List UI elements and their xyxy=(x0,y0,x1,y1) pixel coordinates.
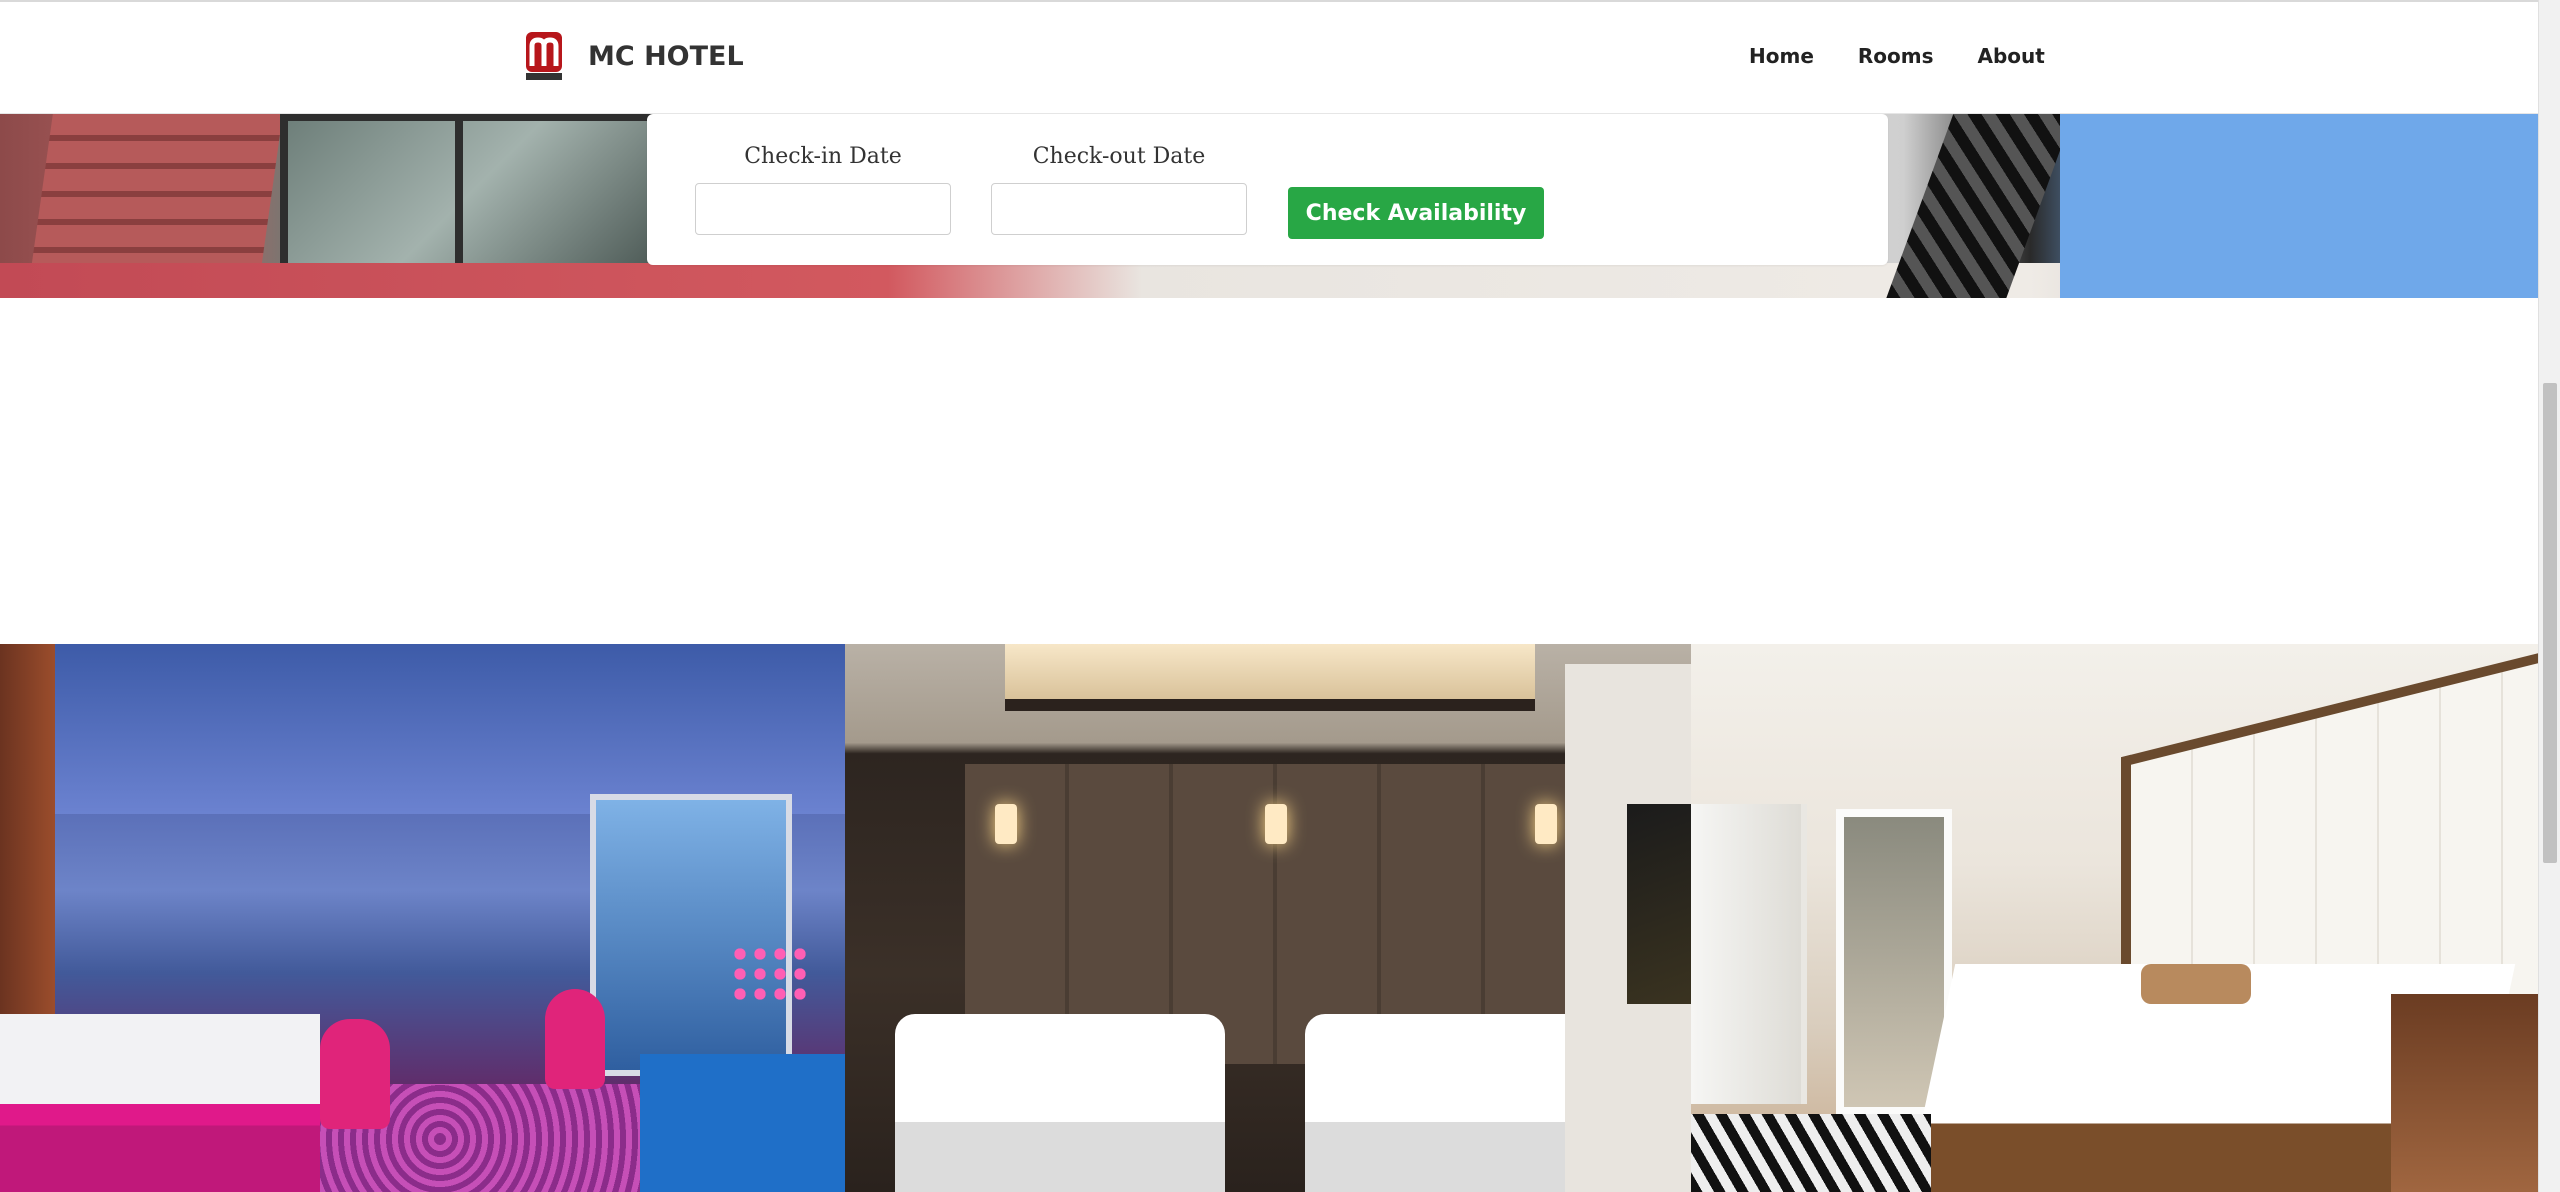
nightstand xyxy=(2391,994,2538,1192)
twin-room-image[interactable] xyxy=(845,644,1691,1192)
wall-lamp xyxy=(1535,804,1557,844)
hero-window xyxy=(280,113,656,279)
pink-chair xyxy=(320,1019,390,1129)
ceiling xyxy=(0,644,845,814)
check-availability-button[interactable]: Check Availability xyxy=(1288,187,1544,239)
blue-sofa xyxy=(640,1054,845,1192)
pink-chair xyxy=(545,989,605,1089)
brand-name: MC HOTEL xyxy=(588,40,744,72)
balcony-door xyxy=(590,794,792,1076)
ceiling-tray xyxy=(1005,644,1535,711)
checkin-label: Check-in Date xyxy=(744,144,902,169)
checkout-label: Check-out Date xyxy=(1032,144,1206,169)
hero-window-mullion xyxy=(455,113,463,273)
zebra-rug xyxy=(1691,1114,1931,1192)
checkout-field-group: Check-out Date xyxy=(991,144,1247,235)
scrollbar-thumb[interactable] xyxy=(2543,383,2557,863)
wall-art xyxy=(1627,804,1691,1004)
room-gallery xyxy=(0,644,2538,1192)
booking-form: Check-in Date Check-out Date Check Avail… xyxy=(647,114,1888,265)
nav-about[interactable]: About xyxy=(1978,44,2045,68)
mc-hotel-logo-icon xyxy=(526,32,562,80)
brand[interactable]: MC HOTEL xyxy=(526,32,744,80)
bed xyxy=(0,1014,320,1192)
pillow xyxy=(2141,964,2251,1004)
checkin-date-input[interactable] xyxy=(695,183,951,235)
bed xyxy=(895,1014,1225,1192)
blue-suite-image[interactable] xyxy=(0,644,845,1192)
wall-lamp xyxy=(1265,804,1287,844)
page-scrollbar[interactable] xyxy=(2538,0,2560,1192)
white-luxury-room-image[interactable] xyxy=(1691,644,2538,1192)
wall-lamp xyxy=(995,804,1017,844)
checkin-field-group: Check-in Date xyxy=(695,144,951,235)
hero-sky xyxy=(2060,113,2538,298)
doorway xyxy=(1691,804,1807,1104)
nav-links: Home Rooms About xyxy=(1749,44,2089,68)
flowers xyxy=(730,944,810,1004)
nav-rooms[interactable]: Rooms xyxy=(1858,44,1934,68)
nav-home[interactable]: Home xyxy=(1749,44,1814,68)
navbar: MC HOTEL Home Rooms About xyxy=(0,2,2538,114)
checkout-date-input[interactable] xyxy=(991,183,1247,235)
